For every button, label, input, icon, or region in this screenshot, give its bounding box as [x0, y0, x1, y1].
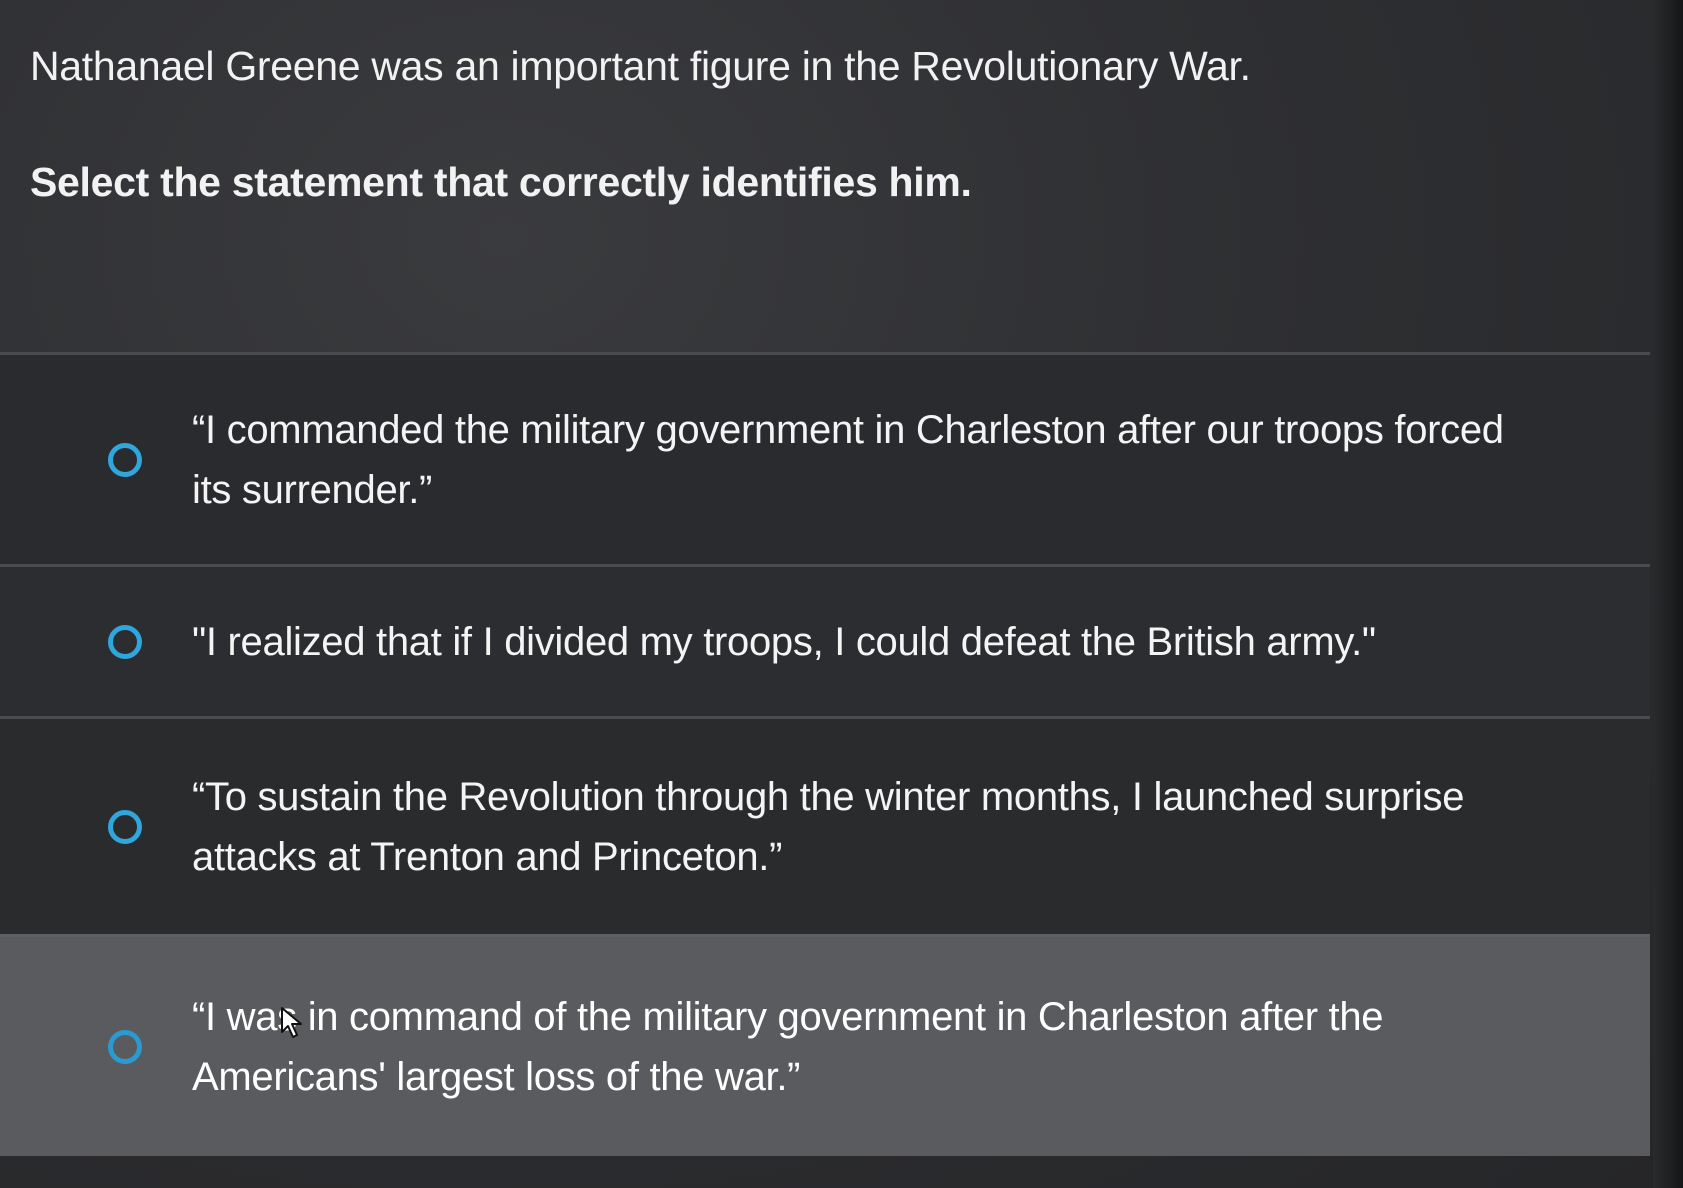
radio-unselected-icon[interactable] [108, 1029, 142, 1064]
radio-unselected-icon[interactable] [108, 442, 142, 477]
mouse-pointer-icon [281, 1007, 302, 1038]
answer-choice-2[interactable]: "I realized that if I divided my troops,… [0, 564, 1650, 716]
answer-choice-text: “I commanded the military government in … [192, 407, 1504, 512]
quiz-screen: Nathanael Greene was an important figure… [0, 0, 1683, 1188]
answer-choices: “I commanded the military government in … [0, 352, 1650, 1156]
answer-choice-text: “I was in command of the military govern… [192, 994, 1384, 1099]
screen-bezel [1653, 0, 1683, 1188]
radio-unselected-icon[interactable] [108, 809, 142, 844]
answer-choice-text: “To sustain the Revolution through the w… [192, 774, 1465, 879]
answer-choice-3[interactable]: “To sustain the Revolution through the w… [0, 716, 1650, 934]
answer-choice-text: "I realized that if I divided my troops,… [192, 619, 1376, 664]
question-instruction: Select the statement that correctly iden… [30, 159, 972, 205]
answer-choice-1[interactable]: “I commanded the military government in … [0, 352, 1650, 564]
question-prompt: Nathanael Greene was an important figure… [30, 43, 1251, 89]
answer-choice-4[interactable]: “I was in command of the military govern… [0, 934, 1650, 1156]
question-block: Nathanael Greene was an important figure… [30, 40, 1530, 208]
radio-unselected-icon[interactable] [108, 624, 142, 659]
